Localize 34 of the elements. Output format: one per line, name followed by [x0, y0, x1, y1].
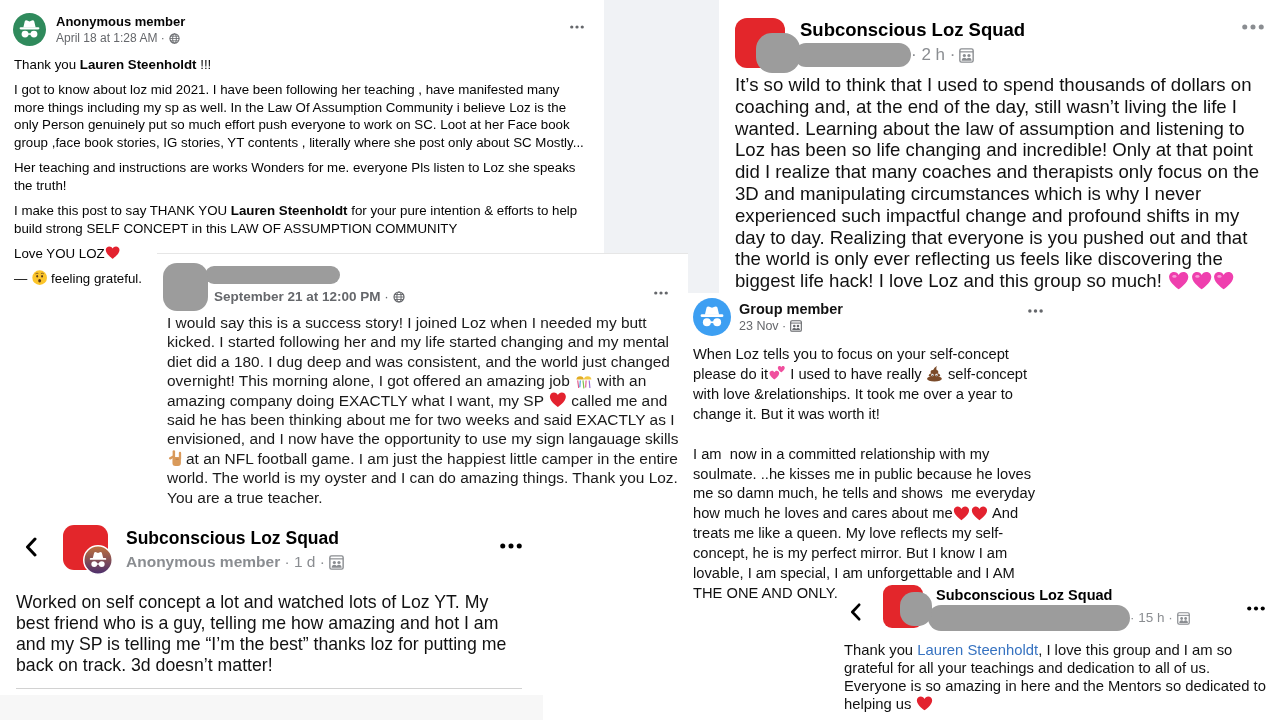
post-meta: April 18 at 1:28 AM · — [56, 30, 165, 47]
post-meta: · 15 h · — [1130, 609, 1173, 627]
more-options-icon[interactable] — [1247, 606, 1265, 611]
post-text: Thank you Lauren Steenholdt !!! — [14, 56, 213, 74]
post-text: It’s so wild to think that I used to spend thousands of dollars on coaching and, at the end of the day, still wasn’t living the life I wanted. Learning about the law of assumption and listening to Loz has been so life changing and incredible! Only at that point did I realize that many coaches and therapists only focus on the 3D and manipulating circumstances which is why I never experienced such impactful change and profound shifts in my day to day. Realizing that everyone is you pushed out and that the world is only ever reflecting us feels like discovering the biggest life hack! I love Loz and this group so much! — [735, 74, 1261, 293]
heart-icon — [971, 504, 989, 522]
post-text: I make this post to say THANK YOU Lauren Steenholdt for your pure intention & efforts to help build strong SELF CONCEPT in this LAW OF ASSUMPTION COMMUNITY — [14, 201, 579, 238]
heart-icon — [953, 504, 971, 522]
heart-icon — [1190, 270, 1212, 292]
post-meta: September 21 at 12:00 PM · — [214, 288, 389, 306]
author-name[interactable]: Subconscious Loz Squad — [800, 19, 1242, 41]
post-text: Worked on self concept a lot and watched lots of Loz YT. My best friend who is a guy, telling me how amazing and hot I am and my SP is telling me “I’m the best” thanks loz for putting me back on track. 3d doesn’t matter! — [16, 592, 508, 676]
post-meta: 23 Nov · — [739, 318, 787, 334]
post-meta: · 2 h · — [911, 44, 956, 66]
poop-icon — [926, 365, 944, 383]
post-meta: Anonymous member · 1 d · — [126, 552, 325, 572]
back-icon[interactable] — [24, 537, 38, 557]
author-name[interactable]: Subconscious Loz Squad — [936, 586, 1247, 604]
author-name[interactable]: Anonymous member — [56, 14, 570, 30]
post-text: When Loz tells you to focus on your self-concept please do it I used to have really self-concept with love &relationships. It took me over a year to change it. But it was worth it! — [693, 345, 1029, 424]
heart-icon — [1213, 270, 1235, 292]
author-name[interactable]: Subconscious Loz Squad — [126, 528, 500, 549]
heart-icon — [916, 695, 934, 713]
heart-icon — [105, 245, 121, 261]
heart-icon — [548, 391, 567, 409]
back-icon[interactable] — [849, 603, 862, 621]
surprised-face-icon — [31, 270, 47, 286]
post-text: Thank you Lauren Steenholdt, I love this group and I am so grateful for all your teachings and dedication to all of us. Everyone is so amazing in here and the Mentors so dedicated to helping us — [844, 641, 1267, 713]
author-name[interactable]: Group member — [739, 300, 1028, 318]
post-text: I got to know about loz mid 2021. I have been following her teaching , have manifested many more things including my sp as well. In the Law Of Assumption Community i believe Loz is the only Person genuinely put so much effort push everyone to work on SC. Loot at her Face book group ,face book stories, IG stories, YT contents , literally where she post only about SC Mostly... — [14, 81, 585, 152]
heart-icon — [1167, 270, 1190, 292]
more-options-icon[interactable] — [500, 543, 522, 549]
post-text: Her teaching and instructions are works Wonders for me. everyone Pls listen to Loz she speaks the truth! — [14, 159, 577, 195]
post-text: I would say this is a success story! I joined Loz when I needed my butt kicked. I started following her and my life started changing and my mental diet did a 180. I dug deep and was consistent, and the world just changed overnight! This morning alone, I got offered an amazing job with an amazing company doing EXACTLY what I want, my SP called me and said he has been thinking about me for two weeks and said EXACTLY as I envisioned, and I now have the opportunity to use my sign langauage skills at an NFL football game. I am just the happiest little camper in the entire world. The world is my oyster and I can do amazing things. Thank you Loz. You are a true teacher. — [167, 313, 680, 507]
